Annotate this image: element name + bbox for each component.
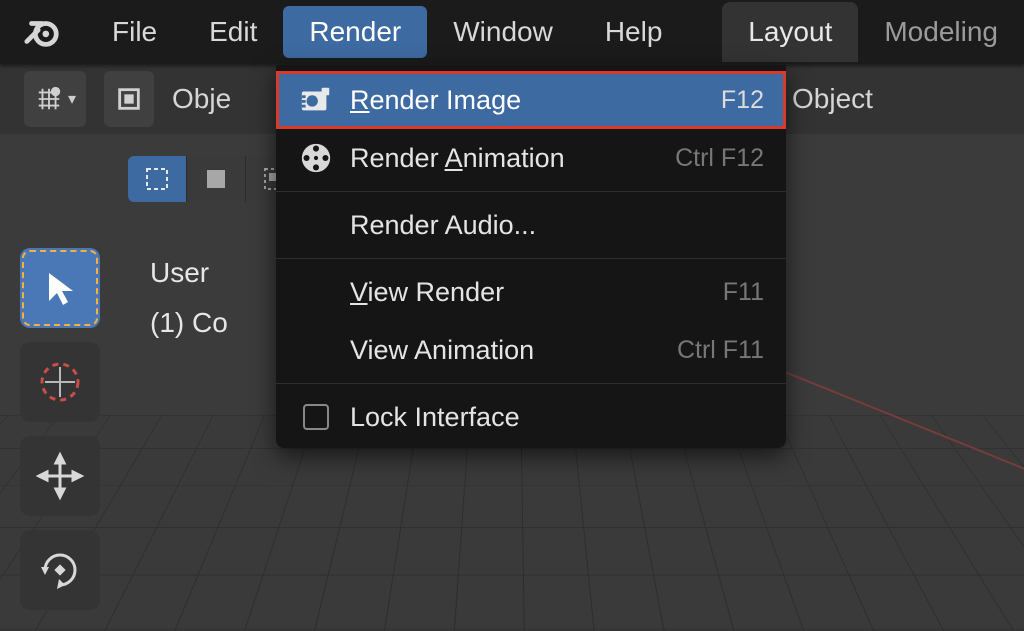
- top-menubar: File Edit Render Window Help Layout Mode…: [0, 0, 1024, 64]
- mode-selector[interactable]: [104, 71, 154, 127]
- workspace-tab-layout[interactable]: Layout: [722, 2, 858, 62]
- blank-icon: [296, 330, 336, 370]
- menu-file[interactable]: File: [86, 6, 183, 58]
- film-reel-icon: [296, 138, 336, 178]
- menu-view-render-shortcut: F11: [723, 278, 764, 307]
- mode-label: Obje: [172, 83, 231, 115]
- select-mode-edge[interactable]: [186, 156, 245, 202]
- menu-render-image[interactable]: Render Image F12: [276, 71, 786, 129]
- tool-select-box[interactable]: [20, 248, 100, 328]
- render-dropdown-menu: Render Image F12 Render Animation Ctrl F…: [276, 65, 786, 448]
- menu-help[interactable]: Help: [579, 6, 689, 58]
- select-mode-vertex[interactable]: [128, 156, 186, 202]
- tool-rotate[interactable]: [20, 530, 100, 610]
- menu-separator-3: [276, 383, 786, 384]
- menu-render[interactable]: Render: [283, 6, 427, 58]
- menu-render-animation-shortcut: Ctrl F12: [675, 144, 764, 173]
- camera-still-icon: [296, 80, 336, 120]
- menu-render-audio[interactable]: Render Audio...: [276, 196, 786, 254]
- checkbox-empty-icon: [296, 397, 336, 437]
- menu-view-render[interactable]: View Render F11: [276, 263, 786, 321]
- menu-edit[interactable]: Edit: [183, 6, 283, 58]
- tool-move[interactable]: [20, 436, 100, 516]
- editor-type-selector[interactable]: ▾: [24, 71, 86, 127]
- menu-view-animation[interactable]: View Animation Ctrl F11: [276, 321, 786, 379]
- tool-cursor[interactable]: [20, 342, 100, 422]
- viewport-overlay-text: User (1) Co: [150, 248, 228, 348]
- menu-render-animation[interactable]: Render Animation Ctrl F12: [276, 129, 786, 187]
- viewport-text-line1: User: [150, 248, 228, 298]
- chevron-down-icon: ▾: [68, 89, 76, 109]
- menu-view-render-label: View Render: [350, 277, 723, 308]
- menu-separator-2: [276, 258, 786, 259]
- workspace-tab-modeling[interactable]: Modeling: [858, 2, 1024, 62]
- menu-view-animation-shortcut: Ctrl F11: [677, 336, 764, 365]
- menu-render-animation-label: Render Animation: [350, 143, 675, 174]
- menu-lock-interface[interactable]: Lock Interface: [276, 388, 786, 446]
- tool-column: [20, 248, 102, 610]
- header-trailing-label: Object: [792, 83, 873, 115]
- menu-render-audio-label: Render Audio...: [350, 210, 764, 241]
- menu-view-animation-label: View Animation: [350, 335, 677, 366]
- menu-render-image-label: Render Image: [350, 85, 721, 116]
- blank-icon: [296, 205, 336, 245]
- grid-sphere-icon: [34, 84, 64, 114]
- menu-lock-interface-label: Lock Interface: [350, 402, 764, 433]
- menu-render-image-shortcut: F12: [721, 86, 764, 115]
- blank-icon: [296, 272, 336, 312]
- menu-separator-1: [276, 191, 786, 192]
- blender-logo-icon[interactable]: [22, 12, 62, 52]
- menu-window[interactable]: Window: [427, 6, 579, 58]
- object-mode-icon: [114, 84, 144, 114]
- workspace-tabs: Layout Modeling: [722, 0, 1024, 64]
- viewport-text-line2: (1) Co: [150, 298, 228, 348]
